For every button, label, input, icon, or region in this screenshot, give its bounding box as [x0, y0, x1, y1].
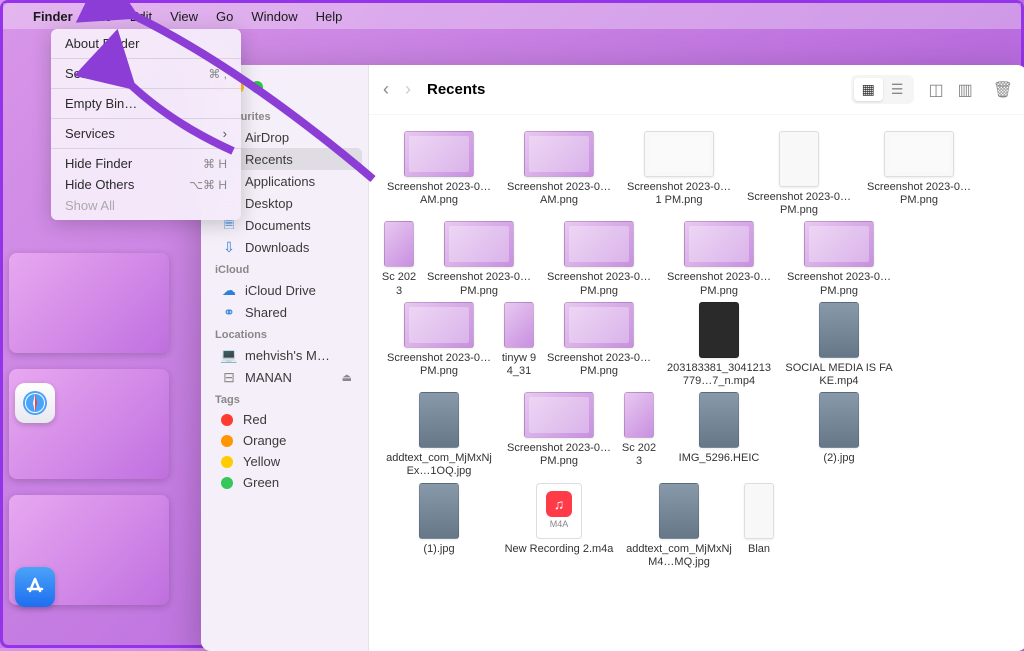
eject-icon[interactable]: ⏏	[342, 371, 352, 384]
forward-button[interactable]: ›	[405, 79, 411, 100]
file-item[interactable]: Screenshot 2023-0…PM.png	[859, 131, 979, 217]
menu-view[interactable]: View	[170, 9, 198, 24]
file-item[interactable]: Screenshot 2023-0…PM.png	[539, 302, 659, 388]
finder-dropdown: About Finder Settings…⌘ , Empty Bin… Ser…	[51, 29, 241, 220]
menu-hide-finder[interactable]: Hide Finder⌘ H	[51, 153, 241, 174]
finder-toolbar: ‹ › Recents ▦ ☰ ◫ ▥ 🗑	[369, 65, 1024, 115]
desktop-window-thumbs	[9, 253, 189, 605]
file-item[interactable]: Sc 2023	[379, 221, 419, 297]
dock-appstore-icon[interactable]	[15, 567, 55, 607]
column-view-button[interactable]: ◫	[928, 80, 943, 100]
window-thumb[interactable]	[9, 253, 169, 353]
file-item[interactable]: Screenshot 2023-0…PM.png	[659, 221, 779, 297]
file-item[interactable]: Screenshot 2023-0…PM.png	[739, 131, 859, 217]
window-title: Recents	[427, 81, 485, 98]
separator	[51, 58, 241, 59]
file-item[interactable]: 203183381_3041213779…7_n.mp4	[659, 302, 779, 388]
file-item[interactable]: Screenshot 2023-0…PM.png	[499, 392, 619, 478]
sidebar-section-locations: Locations	[201, 323, 368, 344]
sidebar-item-disk[interactable]: ⊟MANAN⏏	[207, 366, 362, 388]
sidebar-section-icloud: iCloud	[201, 258, 368, 279]
sidebar-section-tags: Tags	[201, 388, 368, 409]
file-item[interactable]: Screenshot 2023-0…AM.png	[379, 131, 499, 217]
file-item[interactable]: SOCIAL MEDIA IS FAKE.mp4	[779, 302, 899, 388]
tag-dot-icon	[221, 435, 233, 447]
chevron-right-icon: ›	[223, 126, 227, 141]
back-button[interactable]: ‹	[383, 79, 389, 100]
file-item[interactable]: Screenshot 2023-0…PM.png	[379, 302, 499, 388]
sidebar-item-shared[interactable]: ⚭Shared	[207, 301, 362, 323]
sidebar-tag-yellow[interactable]: Yellow	[207, 451, 362, 472]
file-item[interactable]: Sc 2023	[619, 392, 659, 478]
menu-help[interactable]: Help	[316, 9, 343, 24]
shared-icon: ⚭	[221, 304, 237, 320]
file-item[interactable]: (2).jpg	[779, 392, 899, 478]
separator	[51, 148, 241, 149]
file-item[interactable]: Blan	[739, 483, 779, 569]
menu-finder[interactable]: Finder	[33, 9, 73, 24]
separator	[51, 118, 241, 119]
file-item[interactable]: addtext_com_MjMxNjM4…MQ.jpg	[619, 483, 739, 569]
file-item[interactable]: ♫M4ANew Recording 2.m4a	[499, 483, 619, 569]
menu-services[interactable]: Services›	[51, 123, 241, 144]
file-item[interactable]: Screenshot 2023-0…1 PM.png	[619, 131, 739, 217]
finder-window: Favourites ◎AirDrop ◷Recents ⒶApplicatio…	[201, 65, 1024, 651]
tag-dot-icon	[221, 477, 233, 489]
menu-settings[interactable]: Settings…⌘ ,	[51, 63, 241, 84]
sidebar-tag-green[interactable]: Green	[207, 472, 362, 493]
menu-about-finder[interactable]: About Finder	[51, 33, 241, 54]
list-view-button[interactable]: ☰	[883, 78, 912, 101]
menubar: Finder File Edit View Go Window Help	[3, 3, 1021, 29]
tag-dot-icon	[221, 414, 233, 426]
audio-file-icon: ♫M4A	[536, 483, 582, 539]
maximize-button[interactable]	[251, 81, 263, 93]
gallery-view-button[interactable]: ▥	[958, 80, 973, 100]
disk-icon: ⊟	[221, 369, 237, 385]
file-item[interactable]: tinyw 94_31	[499, 302, 539, 388]
dock-safari-icon[interactable]	[15, 383, 55, 423]
sidebar-tag-red[interactable]: Red	[207, 409, 362, 430]
menu-hide-others[interactable]: Hide Others⌥⌘ H	[51, 174, 241, 195]
laptop-icon: 💻	[221, 347, 237, 363]
tag-dot-icon	[221, 456, 233, 468]
icon-view-button[interactable]: ▦	[854, 78, 883, 101]
menu-edit[interactable]: Edit	[130, 9, 152, 24]
menu-show-all: Show All	[51, 195, 241, 216]
sidebar-item-icloud-drive[interactable]: ☁iCloud Drive	[207, 279, 362, 301]
downloads-icon: ⇩	[221, 239, 237, 255]
file-item[interactable]: (1).jpg	[379, 483, 499, 569]
shortcut-label: ⌘ H	[203, 157, 227, 171]
sidebar-item-computer[interactable]: 💻mehvish's M…	[207, 344, 362, 366]
file-item[interactable]: Screenshot 2023-0…AM.png	[499, 131, 619, 217]
file-item[interactable]: Screenshot 2023-0…PM.png	[419, 221, 539, 297]
shortcut-label: ⌘ ,	[208, 67, 227, 81]
view-mode-toggle: ▦ ☰	[851, 75, 915, 104]
shortcut-label: ⌥⌘ H	[189, 178, 227, 192]
trash-icon[interactable]: 🗑	[993, 80, 1013, 100]
file-item[interactable]: addtext_com_MjMxNjEx…1OQ.jpg	[379, 392, 499, 478]
sidebar-tag-orange[interactable]: Orange	[207, 430, 362, 451]
menu-file[interactable]: File	[91, 9, 112, 24]
file-grid: Screenshot 2023-0…AM.png Screenshot 2023…	[369, 115, 1024, 651]
cloud-icon: ☁	[221, 282, 237, 298]
file-item[interactable]: Screenshot 2023-0…PM.png	[779, 221, 899, 297]
finder-main: ‹ › Recents ▦ ☰ ◫ ▥ 🗑 Screenshot 2023-0……	[369, 65, 1024, 651]
sidebar-item-downloads[interactable]: ⇩Downloads	[207, 236, 362, 258]
menu-window[interactable]: Window	[251, 9, 297, 24]
file-item[interactable]: Screenshot 2023-0…PM.png	[539, 221, 659, 297]
menu-go[interactable]: Go	[216, 9, 233, 24]
separator	[51, 88, 241, 89]
file-item[interactable]: IMG_5296.HEIC	[659, 392, 779, 478]
menu-empty-bin[interactable]: Empty Bin…	[51, 93, 241, 114]
